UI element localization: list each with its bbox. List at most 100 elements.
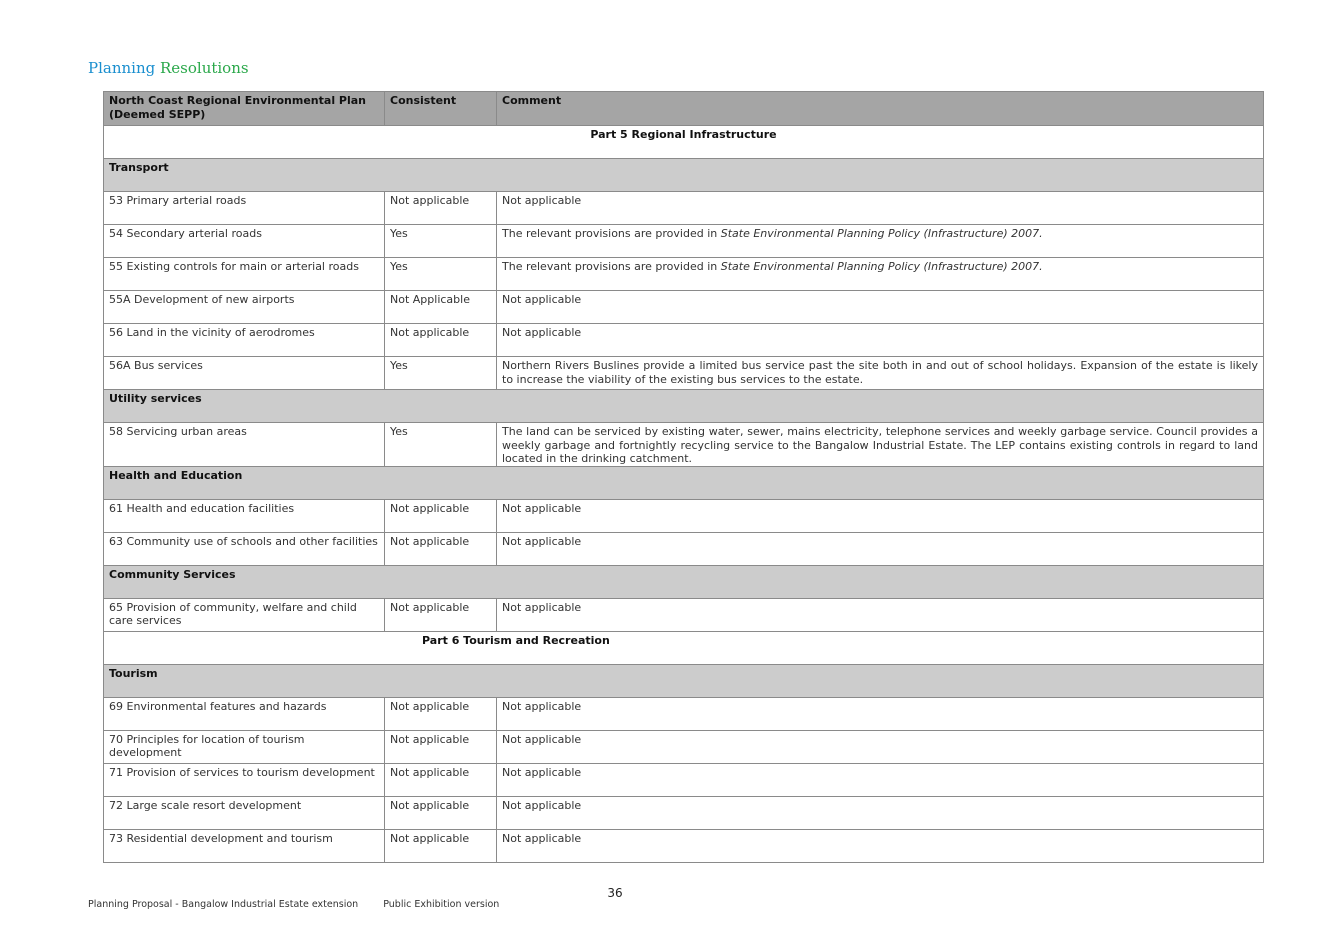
comment-cell: Not applicable (496, 762, 1264, 797)
category-heading: Tourism (103, 663, 1264, 698)
comment-cell: Not applicable (496, 828, 1264, 863)
comment-cell: The relevant provisions are provided in … (496, 257, 1264, 291)
provision-cell: 53 Primary arterial roads (103, 191, 385, 225)
provision-cell: 72 Large scale resort development (103, 795, 385, 830)
consistent-cell: Not applicable (384, 762, 497, 797)
brand-word-resolutions: Resolutions (160, 59, 249, 77)
comment-cell: Not applicable (496, 323, 1264, 357)
category-row: Community Services (103, 564, 1264, 599)
comment-text: Not applicable (502, 501, 582, 515)
comment-cell: Not applicable (496, 729, 1264, 764)
comment-text: Northern Rivers Buslines provide a limit… (502, 359, 1258, 386)
comment-text: Not applicable (502, 326, 582, 339)
consistent-cell: Yes (384, 356, 497, 390)
page-footer: Planning Proposal - Bangalow Industrial … (88, 899, 499, 910)
part-heading: Part 5 Regional Infrastructure (103, 125, 1264, 159)
category-row: Health and Education (103, 465, 1264, 500)
comment-text: Not applicable (502, 600, 582, 614)
consistent-cell: Not applicable (384, 828, 497, 863)
provision-cell: 54 Secondary arterial roads (103, 224, 385, 258)
table-row: 55A Development of new airports Not Appli… (103, 290, 1264, 324)
category-heading: Utility services (103, 389, 1264, 423)
footer-doc-title: Planning Proposal - Bangalow Industrial … (88, 899, 359, 910)
table-row: 70 Principles for location of tourism de… (103, 729, 1264, 764)
comment-policy-title: State Environmental Planning Policy (Inf… (720, 260, 1043, 273)
comment-text: Not applicable (502, 798, 582, 812)
table-row: 65 Provision of community, welfare and c… (103, 597, 1264, 632)
category-row: Tourism (103, 663, 1264, 698)
provision-cell: 55 Existing controls for main or arteria… (103, 257, 385, 291)
comment-policy-title: State Environmental Planning Policy (Inf… (720, 227, 1043, 240)
table-header-row: North Coast Regional Environmental Plan … (103, 91, 1264, 126)
category-row: Utility services (103, 389, 1264, 423)
header-provision: North Coast Regional Environmental Plan … (103, 91, 385, 126)
provision-cell: 58 Servicing urban areas (103, 422, 385, 467)
category-row: Transport (103, 158, 1264, 192)
comment-cell: Not applicable (496, 191, 1264, 225)
part-heading-row: Part 5 Regional Infrastructure (103, 125, 1264, 159)
consistent-cell: Not applicable (384, 597, 497, 632)
table-row: 71 Provision of services to tourism deve… (103, 762, 1264, 797)
provision-cell: 70 Principles for location of tourism de… (103, 729, 385, 764)
provision-cell: 69 Environmental features and hazards (103, 696, 385, 731)
brand-word-planning: Planning (88, 59, 156, 77)
comment-cell: Northern Rivers Buslines provide a limit… (496, 356, 1264, 390)
consistency-table: North Coast Regional Environmental Plan … (103, 91, 1264, 863)
comment-text: Not applicable (502, 699, 582, 713)
comment-text: The land can be serviced by existing wat… (502, 425, 1258, 465)
consistent-cell: Not applicable (384, 531, 497, 566)
table-row: 56 Land in the vicinity of aerodromes Not… (103, 323, 1264, 357)
table-row: 58 Servicing urban areas Yes The land can … (103, 422, 1264, 467)
provision-cell: 65 Provision of community, welfare and c… (103, 597, 385, 632)
comment-cell: Not applicable (496, 696, 1264, 731)
consistent-cell: Yes (384, 257, 497, 291)
comment-cell: Not applicable (496, 597, 1264, 632)
comment-cell: The relevant provisions are provided in … (496, 224, 1264, 258)
table-row: 55 Existing controls for main or arteria… (103, 257, 1264, 291)
provision-cell: 55A Development of new airports (103, 290, 385, 324)
comment-cell: Not applicable (496, 795, 1264, 830)
consistent-cell: Yes (384, 422, 497, 467)
page-number: 36 (607, 886, 623, 900)
comment-text: The relevant provisions are provided in (502, 227, 721, 240)
comment-cell: Not applicable (496, 531, 1264, 566)
header-comment: Comment (496, 91, 1264, 126)
comment-text: Not applicable (502, 831, 582, 845)
part-heading: Part 6 Tourism and Recreation (103, 630, 1264, 665)
comment-cell: The land can be serviced by existing wat… (496, 422, 1264, 467)
part-heading-row: Part 6 Tourism and Recreation (103, 630, 1264, 665)
provision-cell: 56A Bus services (103, 356, 385, 390)
table-row: 63 Community use of schools and other fa… (103, 531, 1264, 566)
consistent-cell: Not applicable (384, 323, 497, 357)
table-row: 73 Residential development and tourism No… (103, 828, 1264, 863)
table-row: 72 Large scale resort development Not app… (103, 795, 1264, 830)
comment-text: Not applicable (502, 293, 582, 306)
table-body: Part 5 Regional Infrastructure Transport 5… (103, 125, 1264, 863)
category-heading: Community Services (103, 564, 1264, 599)
table-row: 61 Health and education facilities Not ap… (103, 498, 1264, 533)
consistent-cell: Not Applicable (384, 290, 497, 324)
comment-text: Not applicable (502, 534, 582, 548)
comment-text: Not applicable (502, 732, 582, 746)
provision-cell: 61 Health and education facilities (103, 498, 385, 533)
consistent-cell: Not applicable (384, 498, 497, 533)
provision-cell: 56 Land in the vicinity of aerodromes (103, 323, 385, 357)
comment-text: The relevant provisions are provided in (502, 260, 721, 273)
table-row: 53 Primary arterial roads Not applicable N… (103, 191, 1264, 225)
table-row: 56A Bus services Yes Northern Rivers Busli… (103, 356, 1264, 390)
consistent-cell: Not applicable (384, 795, 497, 830)
comment-text: Not applicable (502, 765, 582, 779)
consistent-cell: Not applicable (384, 191, 497, 225)
provision-cell: 63 Community use of schools and other fa… (103, 531, 385, 566)
category-heading: Transport (103, 158, 1264, 192)
comment-text: Not applicable (502, 194, 582, 207)
header-consistent: Consistent (384, 91, 497, 126)
brand-logo: Planning Resolutions (88, 59, 249, 77)
provision-cell: 73 Residential development and tourism (103, 828, 385, 863)
table-row: 69 Environmental features and hazards Not… (103, 696, 1264, 731)
provision-cell: 71 Provision of services to tourism deve… (103, 762, 385, 797)
consistent-cell: Not applicable (384, 729, 497, 764)
comment-cell: Not applicable (496, 290, 1264, 324)
table-row: 54 Secondary arterial roads Yes The releva… (103, 224, 1264, 258)
comment-cell: Not applicable (496, 498, 1264, 533)
